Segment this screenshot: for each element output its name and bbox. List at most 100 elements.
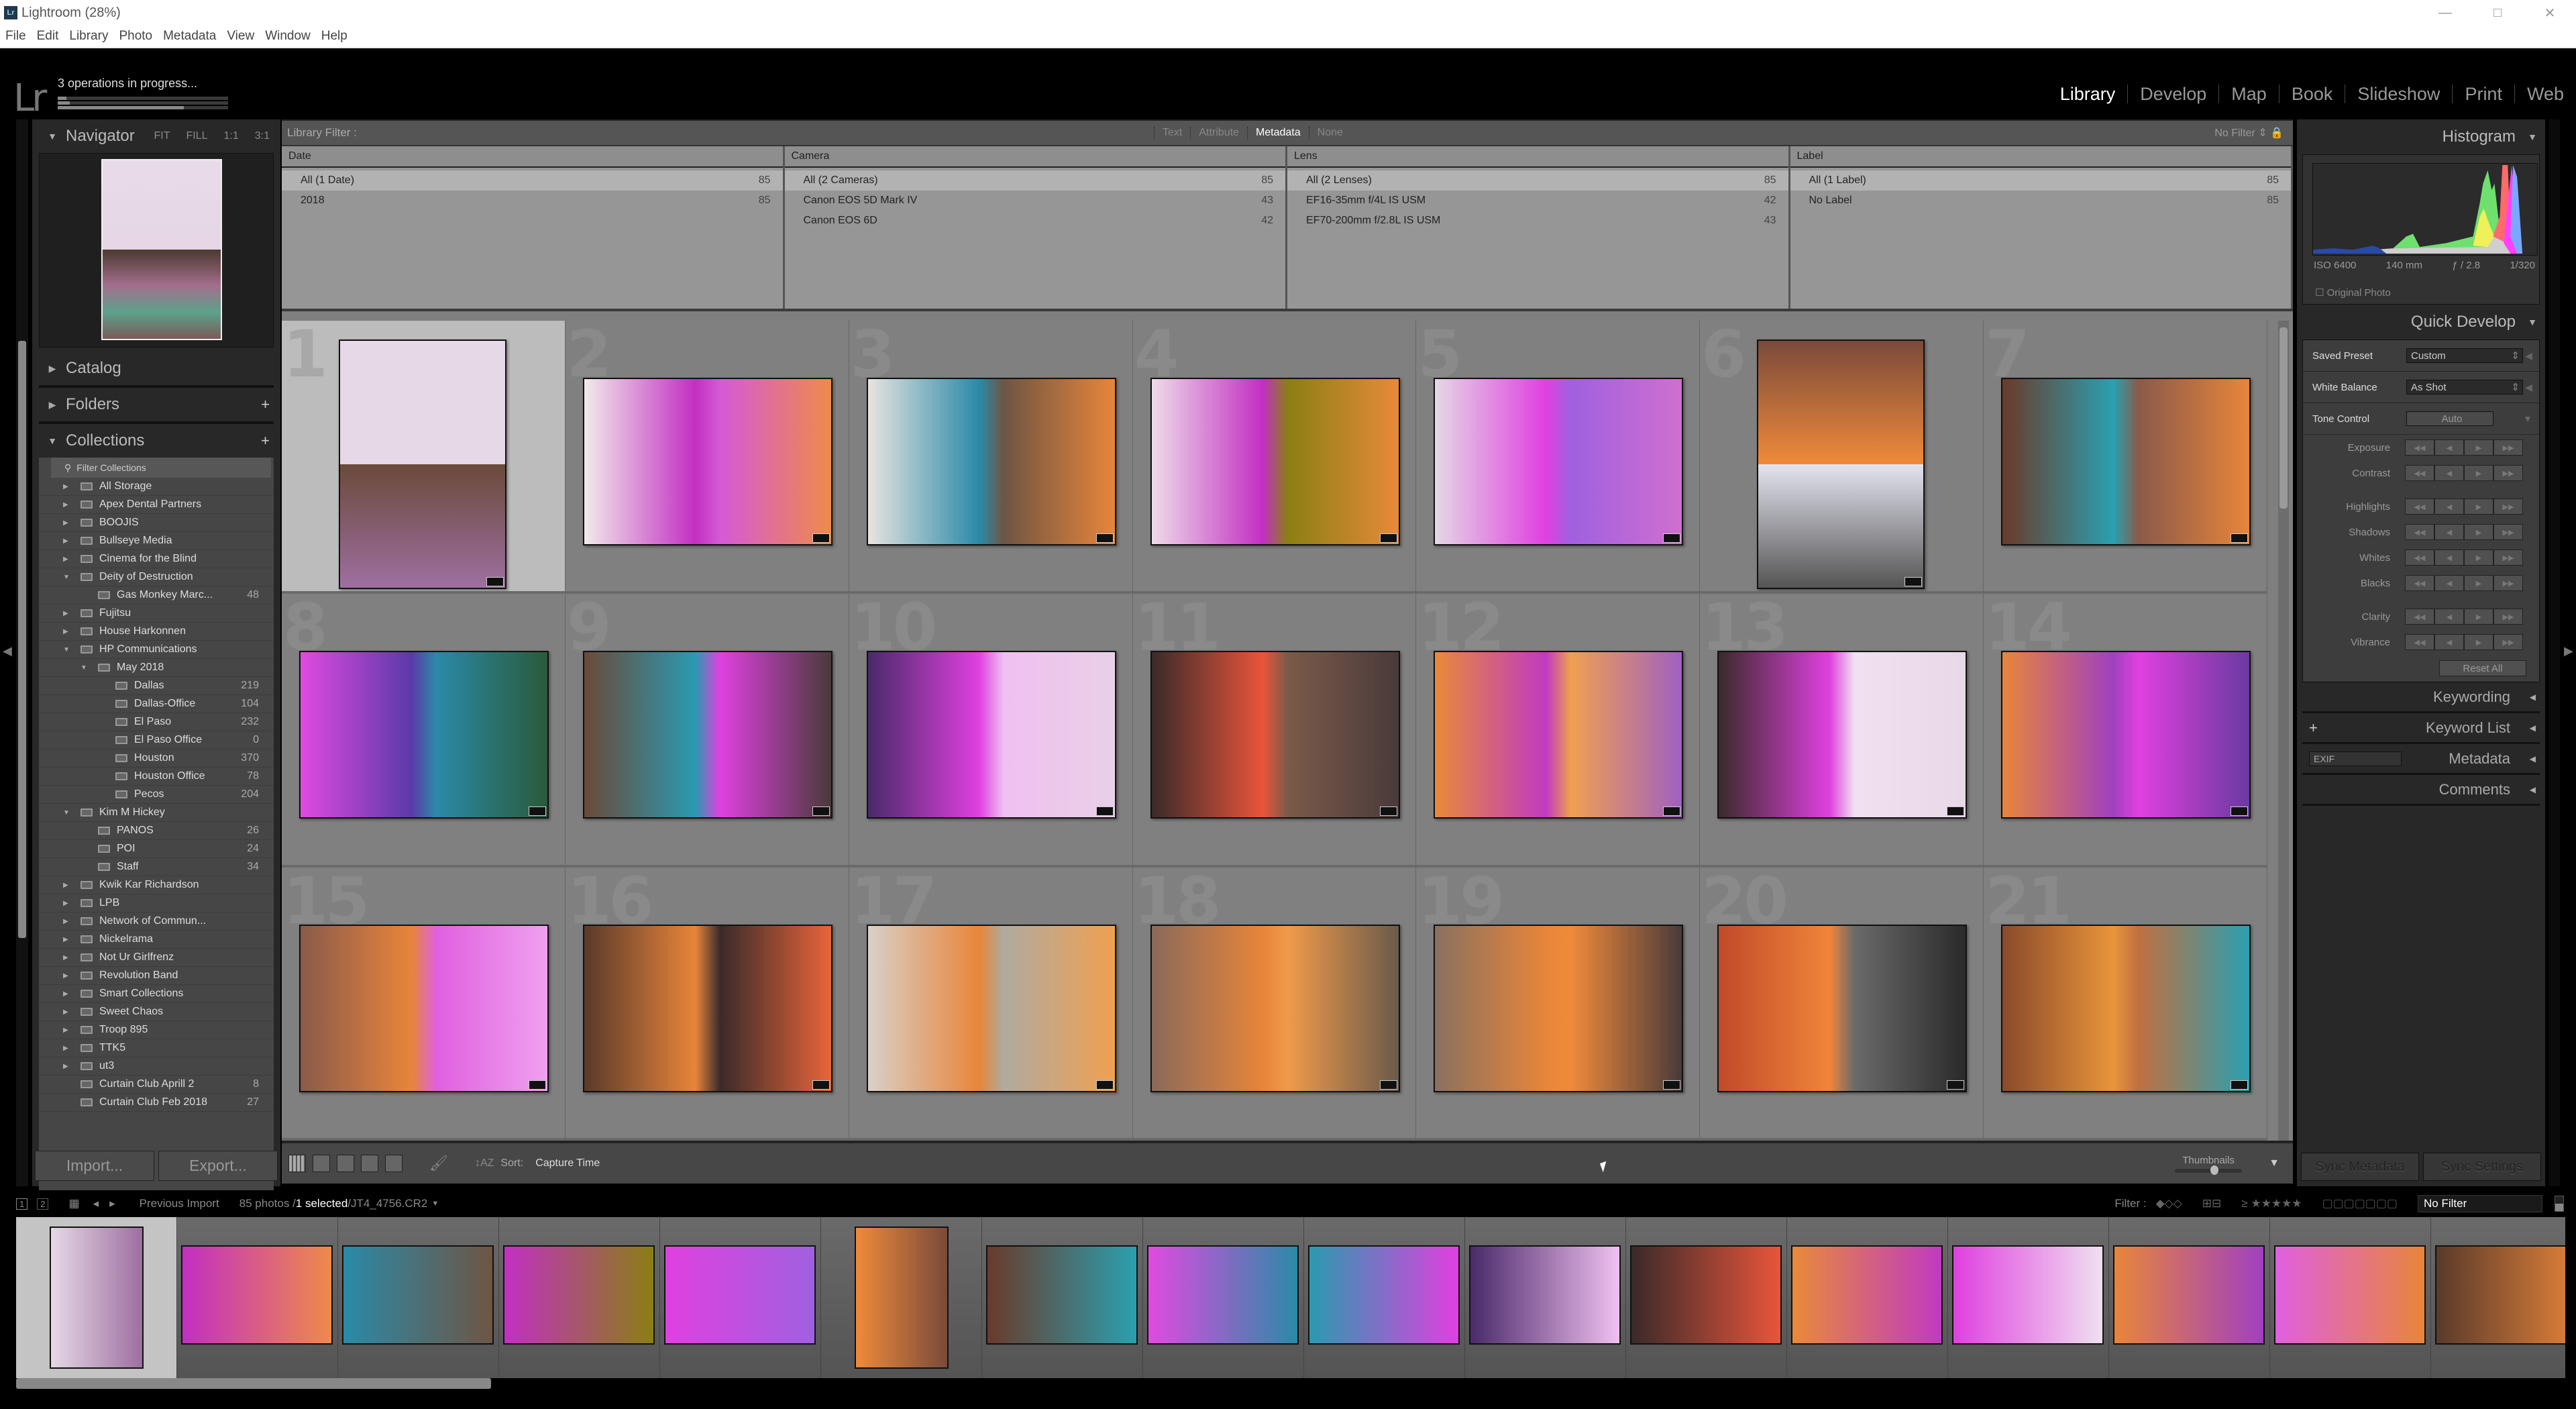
grid-cell[interactable]: 16 bbox=[565, 867, 849, 1141]
right-panel-toggle-icon[interactable]: ▶ bbox=[2564, 644, 2573, 658]
filmstrip-thumbnail[interactable] bbox=[1952, 1245, 2104, 1345]
grid-cell[interactable]: 2 bbox=[565, 321, 849, 594]
left-panel-toggle-icon[interactable]: ◀ bbox=[3, 644, 12, 658]
increase-button[interactable]: ▶ bbox=[2464, 575, 2493, 591]
module-web[interactable]: Web bbox=[2514, 85, 2576, 103]
grid-cell[interactable]: 12 bbox=[1416, 594, 1701, 868]
module-slideshow[interactable]: Slideshow bbox=[2345, 85, 2452, 103]
filmstrip-thumbnail[interactable] bbox=[503, 1245, 655, 1345]
photo-thumbnail[interactable] bbox=[1150, 378, 1400, 545]
filmstrip-thumbnail[interactable] bbox=[1469, 1245, 1621, 1345]
metadata-filter-row[interactable]: Canon EOS 5D Mark IV 43 bbox=[785, 191, 1286, 211]
collection-set-item[interactable]: ▶ Apex Dental Partners bbox=[39, 496, 274, 514]
menu-window[interactable]: Window bbox=[260, 29, 316, 44]
large-increase-button[interactable]: ▶▶ bbox=[2493, 634, 2523, 650]
edited-badge-icon[interactable] bbox=[529, 806, 546, 817]
add-folder-icon[interactable]: + bbox=[261, 396, 270, 413]
metadata-section[interactable]: EXIF Metadata ◀ bbox=[2302, 744, 2540, 775]
keyword-list-section[interactable]: + Keyword List ◀ bbox=[2302, 713, 2540, 744]
filter-tab-text[interactable]: Text bbox=[1154, 127, 1190, 139]
filmstrip-cell[interactable] bbox=[1626, 1217, 1787, 1378]
grid-cell[interactable]: 19 bbox=[1416, 867, 1701, 1141]
collection-set-item[interactable]: ▶ Cinema for the Blind bbox=[39, 550, 274, 568]
expand-icon[interactable]: ▶ bbox=[63, 900, 68, 907]
collection-item[interactable]: El Paso 232 bbox=[39, 713, 274, 731]
decrease-button[interactable]: ◀ bbox=[2434, 634, 2464, 650]
expand-icon[interactable]: ▶ bbox=[63, 936, 68, 943]
expand-icon[interactable]: ▶ bbox=[63, 1027, 68, 1034]
decrease-button[interactable]: ◀ bbox=[2434, 524, 2464, 540]
large-increase-button[interactable]: ▶▶ bbox=[2493, 439, 2523, 456]
back-icon[interactable]: ◂ bbox=[93, 1197, 99, 1210]
increase-button[interactable]: ▶ bbox=[2464, 524, 2493, 540]
grid-cell[interactable]: 5 bbox=[1416, 321, 1701, 594]
metadata-filter-row[interactable]: All (1 Label) 85 bbox=[1790, 170, 2291, 191]
photo-thumbnail[interactable] bbox=[299, 924, 549, 1092]
expand-icon[interactable]: ▶ bbox=[63, 537, 68, 545]
expand-icon[interactable]: ▶ bbox=[63, 556, 68, 563]
collection-set-item[interactable]: ▼ May 2018 bbox=[39, 659, 274, 677]
photo-thumbnail[interactable] bbox=[866, 924, 1116, 1092]
expand-icon[interactable]: ◀ bbox=[2525, 350, 2532, 362]
decrease-button[interactable]: ◀ bbox=[2434, 550, 2464, 566]
increase-button[interactable]: ▶ bbox=[2464, 634, 2493, 650]
filmstrip-cell[interactable] bbox=[177, 1217, 338, 1378]
keywording-section[interactable]: Keywording ◀ bbox=[2302, 682, 2540, 713]
grid-cell[interactable]: 10 bbox=[849, 594, 1133, 868]
collection-item[interactable]: El Paso Office 0 bbox=[39, 731, 274, 749]
edited-badge-icon[interactable] bbox=[1947, 806, 1965, 817]
filmstrip-thumbnail[interactable] bbox=[181, 1245, 333, 1345]
expand-icon[interactable]: ▶ bbox=[63, 1045, 68, 1052]
photo-thumbnail[interactable] bbox=[2001, 924, 2251, 1092]
close-button[interactable]: ✕ bbox=[2524, 0, 2576, 25]
grid-cell[interactable]: 20 bbox=[1700, 867, 1984, 1141]
expand-icon[interactable]: ▶ bbox=[63, 972, 68, 980]
add-keyword-icon[interactable]: + bbox=[2309, 719, 2318, 737]
photo-thumbnail[interactable] bbox=[1717, 924, 1968, 1092]
sync-settings-button[interactable]: Sync Settings bbox=[2423, 1153, 2541, 1181]
filmstrip-cell[interactable] bbox=[1787, 1217, 1948, 1378]
filmstrip-thumbnail[interactable] bbox=[1308, 1245, 1460, 1345]
expand-icon[interactable]: ▶ bbox=[63, 990, 68, 998]
zoom-fill[interactable]: FILL bbox=[186, 130, 207, 142]
histogram-header[interactable]: Histogram ▼ bbox=[2297, 119, 2545, 154]
filmstrip-thumbnail[interactable] bbox=[50, 1227, 144, 1369]
expand-icon[interactable]: ▶ bbox=[63, 918, 68, 925]
filmstrip-cell[interactable] bbox=[982, 1217, 1143, 1378]
comments-section[interactable]: Comments ◀ bbox=[2302, 775, 2540, 806]
filmstrip-source[interactable]: Previous Import bbox=[140, 1197, 219, 1210]
large-decrease-button[interactable]: ◀◀ bbox=[2405, 575, 2434, 591]
grid-cell[interactable]: 21 bbox=[1984, 867, 2267, 1141]
painter-icon[interactable]: 🖌 bbox=[429, 1155, 448, 1172]
filmstrip-thumbnail[interactable] bbox=[855, 1227, 949, 1369]
grid-cell[interactable]: 17 bbox=[849, 867, 1133, 1141]
filmstrip-thumbnail[interactable] bbox=[2435, 1245, 2565, 1345]
collection-item[interactable]: Houston 370 bbox=[39, 749, 274, 768]
filter-collections-input[interactable]: ⚲ Filter Collections bbox=[51, 458, 271, 478]
menu-edit[interactable]: Edit bbox=[32, 29, 64, 44]
folders-header[interactable]: ▶ Folders + bbox=[32, 388, 280, 421]
photo-thumbnail[interactable] bbox=[866, 378, 1116, 545]
expand-icon[interactable]: ▶ bbox=[63, 483, 68, 490]
photo-thumbnail[interactable] bbox=[1434, 651, 1684, 819]
zoom-fit[interactable]: FIT bbox=[154, 130, 170, 142]
filmstrip-cell[interactable] bbox=[821, 1217, 982, 1378]
collection-set-item[interactable]: ▶ BOOJIS bbox=[39, 514, 274, 532]
collection-set-item[interactable]: ▶ Nickelrama bbox=[39, 931, 274, 949]
metadata-filter-row[interactable]: All (2 Lenses) 85 bbox=[1287, 170, 1788, 191]
grid-cell[interactable]: 7 bbox=[1984, 321, 2267, 594]
metadata-filter-row[interactable]: No Label 85 bbox=[1790, 191, 2292, 211]
decrease-button[interactable]: ◀ bbox=[2434, 609, 2464, 625]
photo-thumbnail[interactable] bbox=[1757, 340, 1925, 589]
edited-badge-icon[interactable] bbox=[1379, 1080, 1397, 1090]
metadata-column-header[interactable]: Label bbox=[1790, 146, 2291, 168]
main-window-icon[interactable]: 1 bbox=[16, 1198, 28, 1210]
left-panel-scrollbar[interactable] bbox=[18, 341, 26, 938]
collection-set-item[interactable]: ▶ House Harkonnen bbox=[39, 623, 274, 641]
photo-thumbnail[interactable] bbox=[299, 651, 549, 819]
menu-photo[interactable]: Photo bbox=[113, 29, 158, 44]
filter-preset-dropdown-filmstrip[interactable]: No Filter bbox=[2418, 1195, 2542, 1212]
edited-badge-icon[interactable] bbox=[812, 533, 830, 543]
grid-shortcut-icon[interactable]: ▦ bbox=[68, 1197, 79, 1210]
original-photo-checkbox[interactable]: ☐ Original Photo bbox=[2315, 286, 2391, 299]
